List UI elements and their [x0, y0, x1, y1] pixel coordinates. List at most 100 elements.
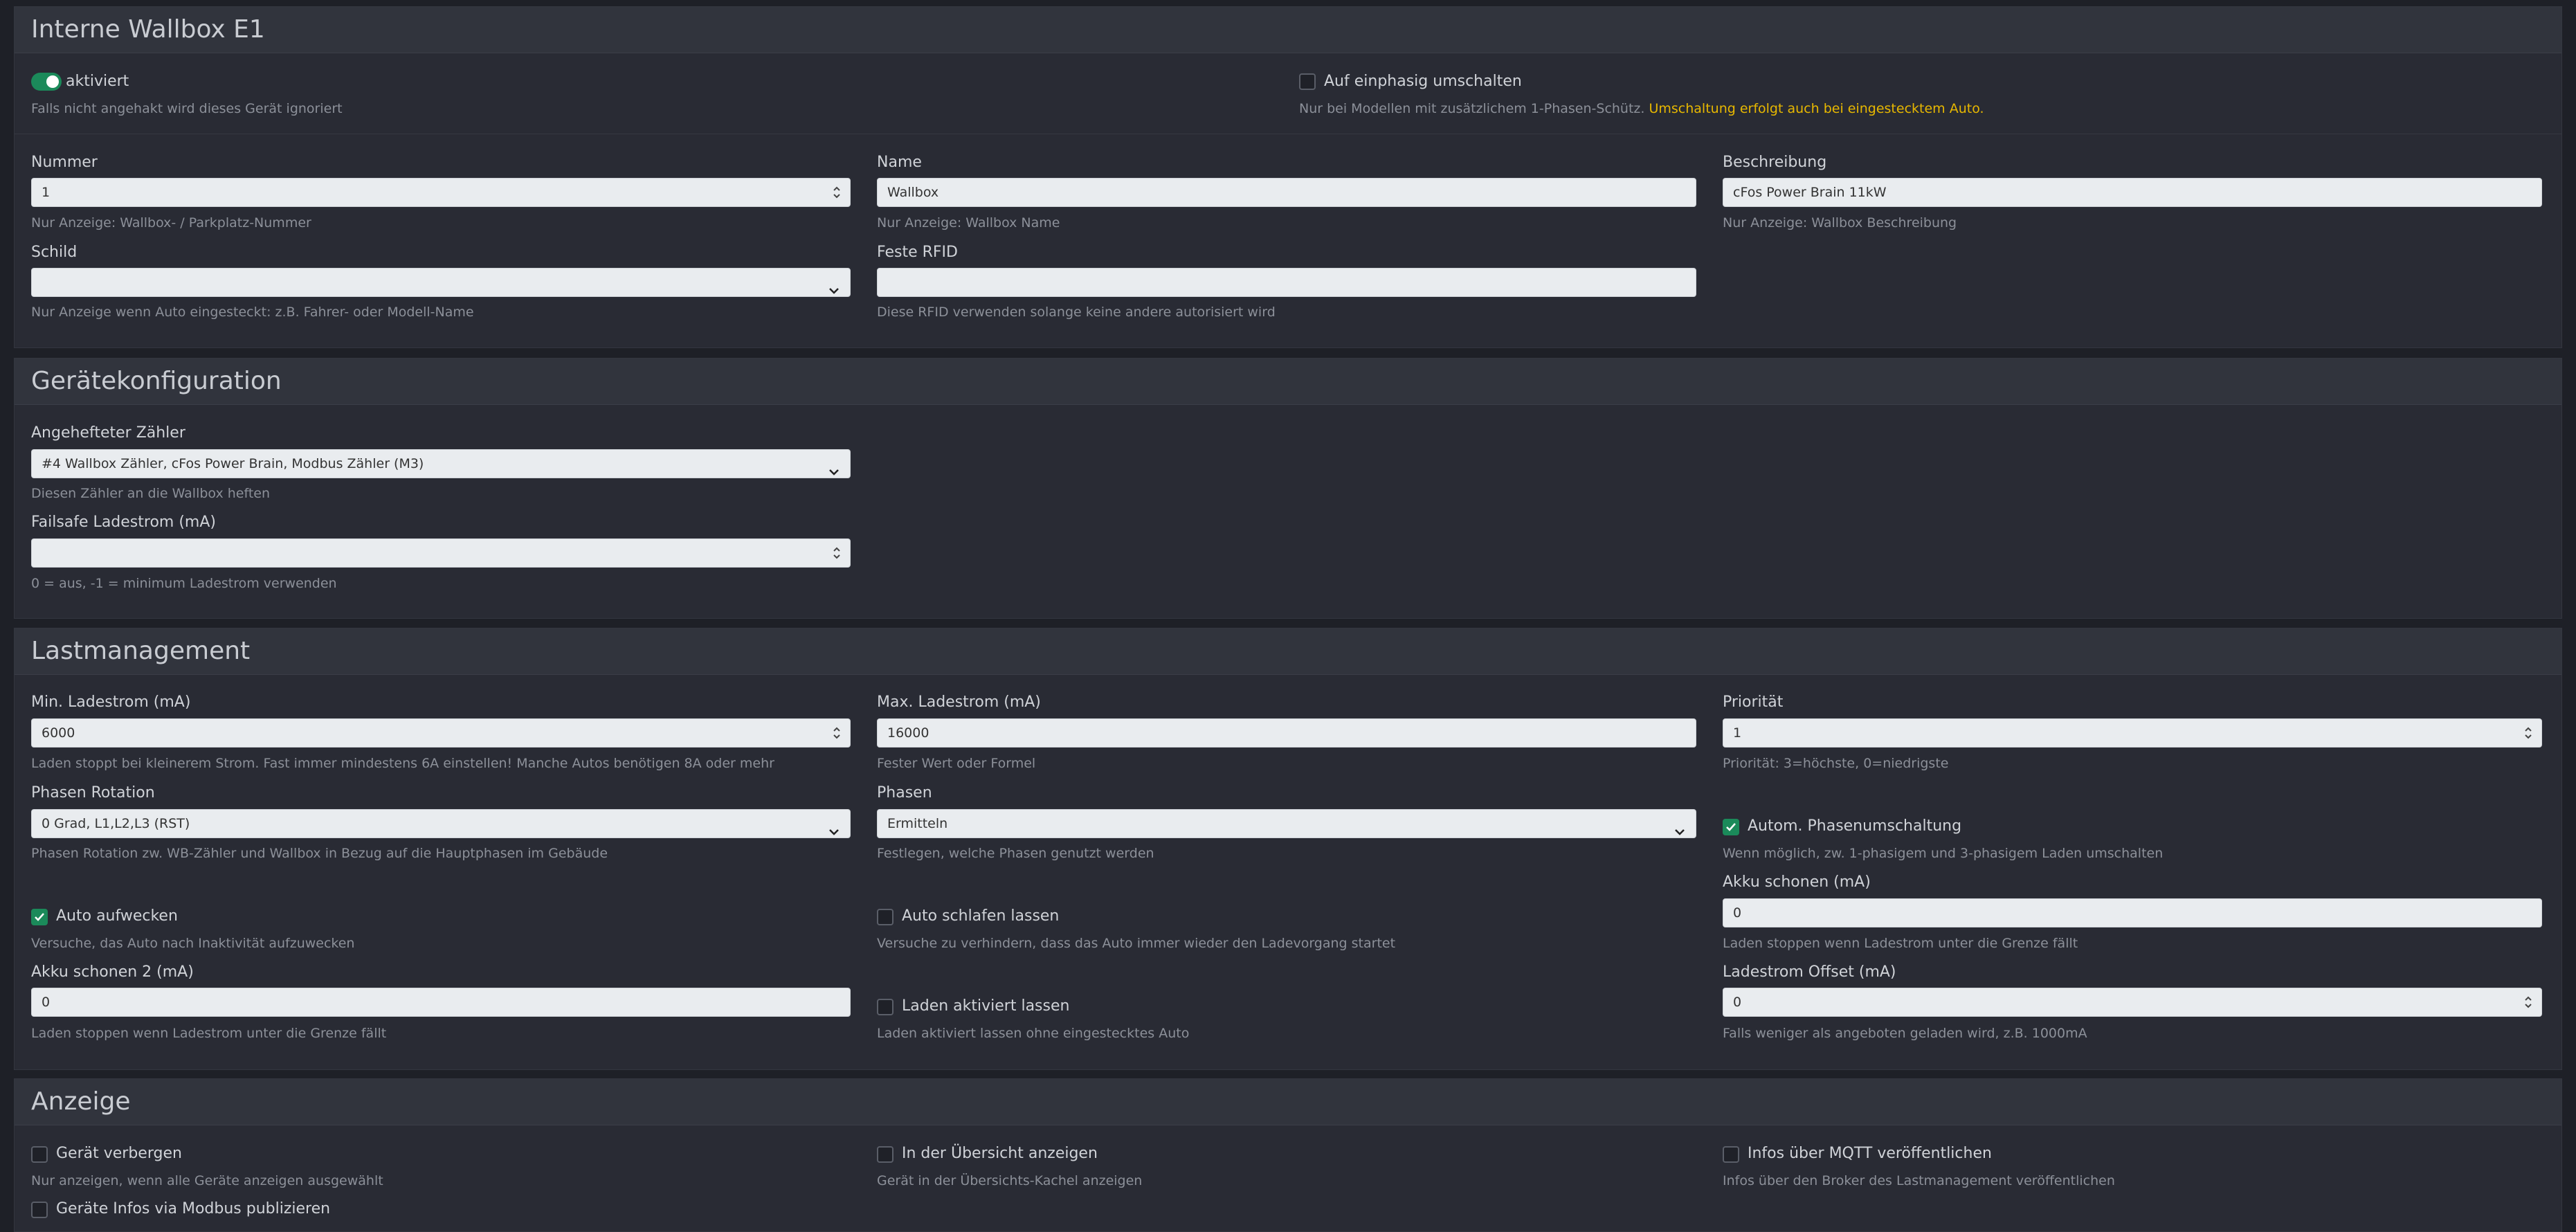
auto-phase-label: Autom. Phasenumschaltung — [1748, 817, 1962, 835]
display-title: Anzeige — [31, 1087, 131, 1116]
sign-label: Schild — [31, 244, 78, 261]
phase-switch-hint-text: Nur bei Modellen mit zusätzlichem 1-Phas… — [1299, 101, 1645, 116]
spinner-icon[interactable] — [2523, 725, 2533, 741]
description-hint: Nur Anzeige: Wallbox Beschreibung — [1723, 215, 1957, 230]
meter-label: Angehefteter Zähler — [31, 424, 185, 442]
active-label: aktiviert — [66, 73, 129, 90]
priority-hint: Priorität: 3=höchste, 0=niedrigste — [1723, 756, 1949, 771]
spinner-icon[interactable] — [832, 545, 842, 561]
number-label: Nummer — [31, 154, 98, 171]
load-management-header: Lastmanagement — [15, 628, 2561, 675]
display-header: Anzeige — [15, 1079, 2561, 1125]
battery-save2-input[interactable]: 0 — [31, 988, 851, 1017]
description-input[interactable]: cFos Power Brain 11kW — [1723, 178, 2542, 207]
number-value: 1 — [42, 185, 51, 200]
phase-switch-label: Auf einphasig umschalten — [1324, 73, 1522, 90]
mqtt-publish-hint: Infos über den Broker des Lastmanagement… — [1723, 1173, 2115, 1188]
sleep-car-hint: Versuche zu verhindern, dass das Auto im… — [877, 936, 1396, 951]
phase-switch-checkbox[interactable] — [1299, 73, 1316, 90]
description-label: Beschreibung — [1723, 154, 1827, 171]
current-offset-hint: Falls weniger als angeboten geladen wird… — [1723, 1026, 2087, 1041]
modbus-publish-checkbox[interactable] — [31, 1202, 48, 1218]
show-overview-label: In der Übersicht anzeigen — [902, 1145, 1098, 1162]
wake-car-checkbox[interactable] — [31, 909, 48, 925]
name-label: Name — [877, 154, 922, 171]
min-current-value: 6000 — [42, 725, 75, 741]
number-hint: Nur Anzeige: Wallbox- / Parkplatz-Nummer — [31, 215, 311, 230]
priority-label: Priorität — [1723, 694, 1784, 711]
wake-car-hint: Versuche, das Auto nach Inaktivität aufz… — [31, 936, 355, 951]
hide-device-hint: Nur anzeigen, wenn alle Geräte anzeigen … — [31, 1173, 383, 1188]
failsafe-hint: 0 = aus, -1 = minimum Ladestrom verwende… — [31, 576, 337, 591]
show-overview-hint: Gerät in der Übersichts-Kachel anzeigen — [877, 1173, 1143, 1188]
rfid-hint: Diese RFID verwenden solange keine ander… — [877, 305, 1276, 320]
wake-car-label: Auto aufwecken — [56, 907, 178, 925]
battery-save-value: 0 — [1733, 905, 1742, 921]
chevron-down-icon — [828, 459, 840, 475]
min-current-input[interactable]: 6000 — [31, 718, 851, 748]
chevron-down-icon — [1674, 819, 1686, 835]
number-input[interactable]: 1 — [31, 178, 851, 207]
phase-switch-hint: Nur bei Modellen mit zusätzlichem 1-Phas… — [1299, 101, 1984, 116]
failsafe-label: Failsafe Ladestrom (mA) — [31, 514, 216, 531]
phases-select[interactable]: Ermitteln — [877, 809, 1696, 838]
failsafe-input[interactable] — [31, 538, 851, 568]
spinner-icon[interactable] — [2523, 994, 2533, 1011]
spinner-icon[interactable] — [832, 184, 842, 201]
device-config-panel: Gerätekonfiguration Angehefteter Zähler … — [14, 358, 2562, 619]
battery-save2-value: 0 — [42, 995, 51, 1010]
phase-rotation-select[interactable]: 0 Grad, L1,L2,L3 (RST) — [31, 809, 851, 838]
show-overview-checkbox[interactable] — [877, 1146, 894, 1163]
sign-hint: Nur Anzeige wenn Auto eingesteckt: z.B. … — [31, 305, 474, 320]
active-toggle[interactable] — [31, 73, 62, 91]
load-management-panel: Lastmanagement Min. Ladestrom (mA) 6000 … — [14, 628, 2562, 1070]
phase-rotation-value: 0 Grad, L1,L2,L3 (RST) — [42, 816, 190, 831]
rfid-input[interactable] — [877, 268, 1696, 297]
chevron-down-icon — [828, 278, 840, 294]
device-config-title: Gerätekonfiguration — [31, 367, 282, 395]
phase-switch-warning: Umschaltung erfolgt auch bei eingesteckt… — [1649, 101, 1984, 116]
name-hint: Nur Anzeige: Wallbox Name — [877, 215, 1060, 230]
auto-phase-checkbox[interactable] — [1723, 819, 1739, 835]
battery-save-label: Akku schonen (mA) — [1723, 873, 1871, 891]
priority-input[interactable]: 1 — [1723, 718, 2542, 748]
name-value: Wallbox — [887, 185, 939, 200]
chevron-down-icon — [828, 819, 840, 835]
wallbox-panel: Interne Wallbox E1 aktiviert Falls nicht… — [14, 6, 2562, 348]
keep-charging-hint: Laden aktiviert lassen ohne eingesteckte… — [877, 1026, 1190, 1041]
hide-device-checkbox[interactable] — [31, 1146, 48, 1163]
battery-save2-hint: Laden stoppen wenn Ladestrom unter die G… — [31, 1026, 387, 1041]
check-icon — [35, 913, 44, 921]
phases-hint: Festlegen, welche Phasen genutzt werden — [877, 846, 1154, 861]
sleep-car-label: Auto schlafen lassen — [902, 907, 1060, 925]
current-offset-value: 0 — [1733, 995, 1742, 1010]
meter-select[interactable]: #4 Wallbox Zähler, cFos Power Brain, Mod… — [31, 449, 851, 478]
rfid-label: Feste RFID — [877, 244, 958, 261]
phases-value: Ermitteln — [887, 816, 948, 831]
description-value: cFos Power Brain 11kW — [1733, 185, 1887, 200]
keep-charging-checkbox[interactable] — [877, 999, 894, 1015]
min-current-hint: Laden stoppt bei kleinerem Strom. Fast i… — [31, 756, 774, 771]
current-offset-label: Ladestrom Offset (mA) — [1723, 963, 1896, 981]
phases-label: Phasen — [877, 784, 932, 801]
min-current-label: Min. Ladestrom (mA) — [31, 694, 191, 711]
spinner-icon[interactable] — [832, 725, 842, 741]
device-config-header: Gerätekonfiguration — [15, 359, 2561, 405]
current-offset-input[interactable]: 0 — [1723, 988, 2542, 1017]
wallbox-panel-header: Interne Wallbox E1 — [15, 7, 2561, 53]
name-input[interactable]: Wallbox — [877, 178, 1696, 207]
battery-save2-label: Akku schonen 2 (mA) — [31, 963, 194, 981]
battery-save-input[interactable]: 0 — [1723, 898, 2542, 927]
phase-rotation-label: Phasen Rotation — [31, 784, 155, 801]
display-panel: Anzeige Gerät verbergen Nur anzeigen, we… — [14, 1078, 2562, 1232]
sleep-car-checkbox[interactable] — [877, 909, 894, 925]
mqtt-publish-label: Infos über MQTT veröffentlichen — [1748, 1145, 1992, 1162]
keep-charging-label: Laden aktiviert lassen — [902, 997, 1070, 1015]
load-management-title: Lastmanagement — [31, 637, 251, 665]
priority-value: 1 — [1733, 725, 1742, 741]
max-current-input[interactable]: 16000 — [877, 718, 1696, 748]
sign-select[interactable] — [31, 268, 851, 297]
active-hint: Falls nicht angehakt wird dieses Gerät i… — [31, 101, 343, 116]
modbus-publish-label: Geräte Infos via Modbus publizieren — [56, 1200, 331, 1217]
mqtt-publish-checkbox[interactable] — [1723, 1146, 1739, 1163]
